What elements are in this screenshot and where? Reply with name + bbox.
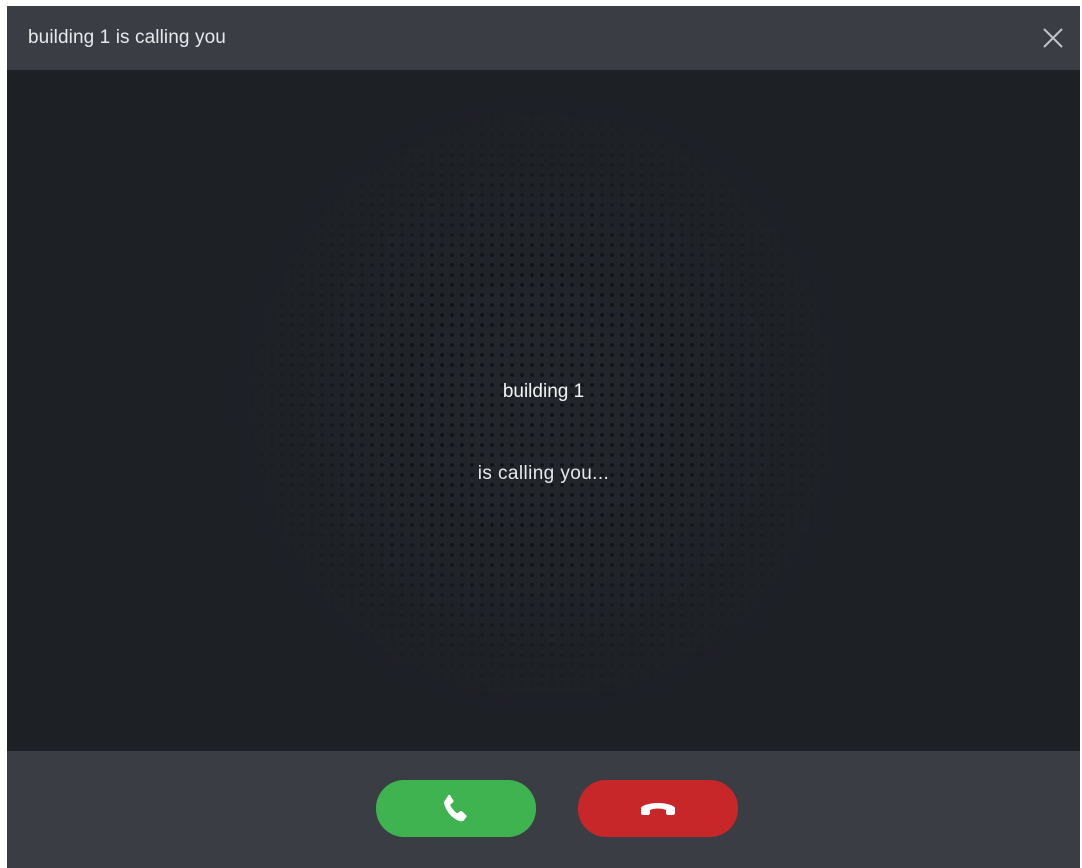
dot-pattern-background bbox=[7, 70, 1080, 751]
call-display-area: building 1 is calling you... bbox=[7, 70, 1080, 751]
phone-hangup-icon bbox=[641, 802, 675, 815]
decline-call-button[interactable] bbox=[578, 780, 738, 837]
call-status-text: is calling you... bbox=[477, 463, 610, 484]
call-actions-bar bbox=[7, 751, 1080, 868]
phone-accept-icon bbox=[444, 794, 467, 821]
window-title: building 1 is calling you bbox=[28, 27, 226, 48]
caller-name: building 1 bbox=[502, 381, 585, 402]
close-button[interactable] bbox=[1038, 23, 1068, 53]
close-icon bbox=[1043, 28, 1063, 48]
incoming-call-dialog: building 1 is calling you building 1 is … bbox=[7, 6, 1080, 868]
accept-call-button[interactable] bbox=[376, 780, 536, 837]
title-bar: building 1 is calling you bbox=[7, 6, 1080, 70]
